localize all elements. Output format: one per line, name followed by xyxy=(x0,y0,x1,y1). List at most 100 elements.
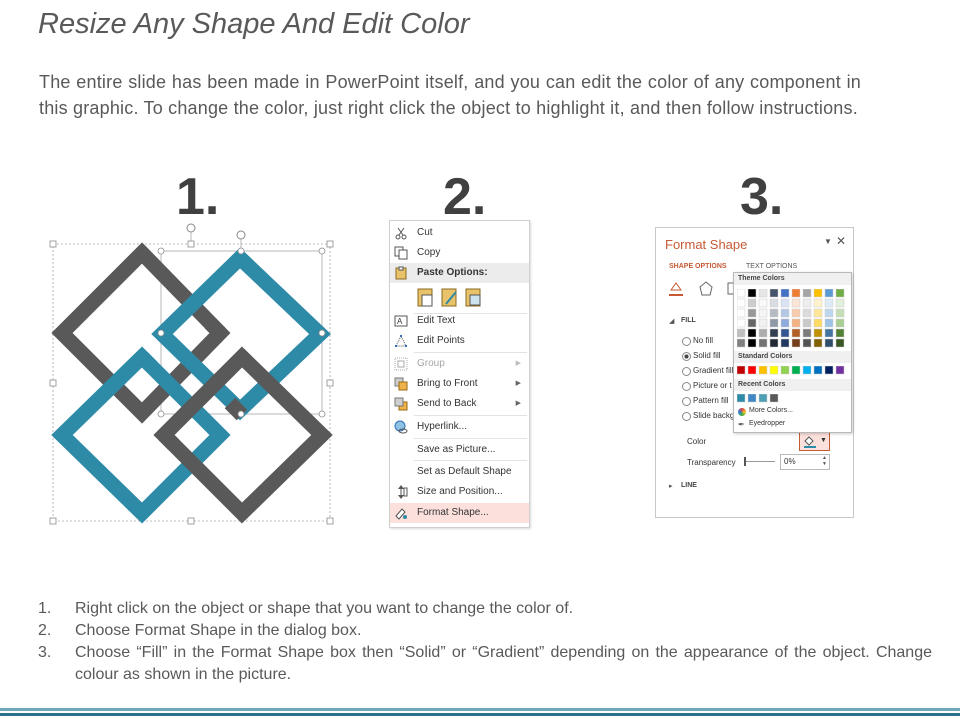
theme-color-swatch[interactable] xyxy=(824,308,834,318)
menu-item-group[interactable]: Group ▶ xyxy=(390,354,529,374)
theme-color-swatch[interactable] xyxy=(747,298,757,308)
transparency-slider[interactable] xyxy=(745,461,775,462)
theme-color-swatch[interactable] xyxy=(791,318,801,328)
tab-shape-options[interactable]: SHAPE OPTIONS xyxy=(669,263,727,270)
theme-color-swatch[interactable] xyxy=(802,289,812,298)
theme-color-swatch[interactable] xyxy=(737,328,746,338)
theme-color-swatch[interactable] xyxy=(780,338,790,348)
theme-color-swatch[interactable] xyxy=(824,338,834,348)
theme-color-swatch[interactable] xyxy=(835,298,845,308)
standard-color-swatch[interactable] xyxy=(824,366,834,375)
theme-color-swatch[interactable] xyxy=(791,328,801,338)
theme-color-swatch[interactable] xyxy=(791,298,801,308)
theme-color-swatch[interactable] xyxy=(780,298,790,308)
recent-color-row[interactable] xyxy=(737,394,849,403)
theme-color-swatch[interactable] xyxy=(835,328,845,338)
theme-color-swatch[interactable] xyxy=(802,338,812,348)
theme-color-swatch[interactable] xyxy=(769,328,779,338)
standard-color-swatch[interactable] xyxy=(780,366,790,375)
recent-color-swatch[interactable] xyxy=(747,394,757,403)
theme-color-swatch[interactable] xyxy=(802,318,812,328)
menu-item-edit-text[interactable]: A Edit Text xyxy=(390,311,529,331)
standard-color-swatch[interactable] xyxy=(747,366,757,375)
theme-color-swatch[interactable] xyxy=(758,289,768,298)
menu-item-edit-points[interactable]: Edit Points xyxy=(390,331,529,351)
standard-color-row[interactable] xyxy=(737,366,849,375)
theme-color-swatch[interactable] xyxy=(737,308,746,318)
transparency-slider-thumb[interactable] xyxy=(744,457,746,466)
theme-color-swatch[interactable] xyxy=(813,308,823,318)
recent-color-swatch[interactable] xyxy=(769,394,779,403)
theme-color-swatch[interactable] xyxy=(758,338,768,348)
theme-color-swatch[interactable] xyxy=(802,298,812,308)
interlocking-squares-graphic[interactable] xyxy=(44,220,344,532)
standard-color-swatch[interactable] xyxy=(758,366,768,375)
menu-item-format-shape[interactable]: Format Shape... xyxy=(390,503,529,523)
theme-color-swatch[interactable] xyxy=(747,289,757,298)
standard-color-swatch[interactable] xyxy=(737,366,746,375)
theme-color-swatch[interactable] xyxy=(813,289,823,298)
theme-color-swatch[interactable] xyxy=(737,298,746,308)
menu-item-set-default-shape[interactable]: Set as Default Shape xyxy=(390,462,529,482)
theme-color-swatch[interactable] xyxy=(780,318,790,328)
line-expand-icon[interactable]: ▸ xyxy=(669,482,673,490)
theme-color-swatch[interactable] xyxy=(747,328,757,338)
recent-color-swatch[interactable] xyxy=(758,394,768,403)
theme-color-swatch[interactable] xyxy=(824,328,834,338)
theme-color-swatch[interactable] xyxy=(835,318,845,328)
theme-color-swatch[interactable] xyxy=(780,328,790,338)
menu-item-size-and-position[interactable]: Size and Position... xyxy=(390,482,529,502)
menu-item-send-to-back[interactable]: Send to Back ▶ xyxy=(390,394,529,414)
theme-color-swatch[interactable] xyxy=(780,308,790,318)
spinner-icon[interactable]: ▲ ▼ xyxy=(822,455,827,467)
line-section-header[interactable]: LINE xyxy=(681,482,697,489)
fill-section-header[interactable]: FILL xyxy=(681,317,696,324)
pane-options-dropdown-icon[interactable]: ▼ xyxy=(824,237,832,246)
theme-color-swatch[interactable] xyxy=(747,318,757,328)
menu-item-copy[interactable]: Copy xyxy=(390,243,529,263)
theme-color-swatch[interactable] xyxy=(802,308,812,318)
theme-color-swatch[interactable] xyxy=(824,318,834,328)
color-picker-button[interactable]: ▼ xyxy=(799,432,830,451)
theme-color-swatch[interactable] xyxy=(737,289,746,298)
theme-color-swatch[interactable] xyxy=(791,338,801,348)
menu-item-bring-to-front[interactable]: Bring to Front ▶ xyxy=(390,374,529,394)
theme-color-swatch[interactable] xyxy=(780,289,790,298)
menu-item-hyperlink[interactable]: Hyperlink... xyxy=(390,417,529,437)
theme-color-swatch[interactable] xyxy=(737,338,746,348)
standard-color-swatch[interactable] xyxy=(802,366,812,375)
theme-color-swatch[interactable] xyxy=(813,338,823,348)
theme-color-swatch[interactable] xyxy=(769,298,779,308)
standard-color-swatch[interactable] xyxy=(813,366,823,375)
paste-picture-icon[interactable] xyxy=(464,286,484,308)
standard-color-swatch[interactable] xyxy=(835,366,845,375)
theme-color-swatch[interactable] xyxy=(802,328,812,338)
theme-color-swatch[interactable] xyxy=(835,338,845,348)
theme-color-swatch[interactable] xyxy=(769,289,779,298)
theme-color-swatch[interactable] xyxy=(791,308,801,318)
theme-color-swatch[interactable] xyxy=(813,318,823,328)
paste-keep-source-icon[interactable] xyxy=(416,286,436,308)
theme-color-swatch[interactable] xyxy=(758,328,768,338)
menu-item-cut[interactable]: Cut xyxy=(390,223,529,243)
theme-color-swatch[interactable] xyxy=(824,289,834,298)
theme-color-swatch[interactable] xyxy=(769,318,779,328)
tab-text-options[interactable]: TEXT OPTIONS xyxy=(746,263,797,270)
theme-color-swatch[interactable] xyxy=(813,298,823,308)
theme-color-swatch[interactable] xyxy=(769,308,779,318)
standard-color-swatch[interactable] xyxy=(791,366,801,375)
close-icon[interactable]: ✕ xyxy=(836,234,846,248)
standard-color-swatch[interactable] xyxy=(769,366,779,375)
theme-color-swatch[interactable] xyxy=(791,289,801,298)
theme-color-swatch[interactable] xyxy=(758,308,768,318)
fill-collapse-icon[interactable]: ◢ xyxy=(669,317,674,325)
theme-color-grid[interactable] xyxy=(737,289,849,349)
paste-merge-icon[interactable] xyxy=(440,286,460,308)
theme-color-swatch[interactable] xyxy=(758,318,768,328)
theme-color-swatch[interactable] xyxy=(747,308,757,318)
theme-color-swatch[interactable] xyxy=(835,308,845,318)
menu-item-save-as-picture[interactable]: Save as Picture... xyxy=(390,440,529,460)
theme-color-swatch[interactable] xyxy=(747,338,757,348)
theme-color-swatch[interactable] xyxy=(737,318,746,328)
theme-color-swatch[interactable] xyxy=(758,298,768,308)
